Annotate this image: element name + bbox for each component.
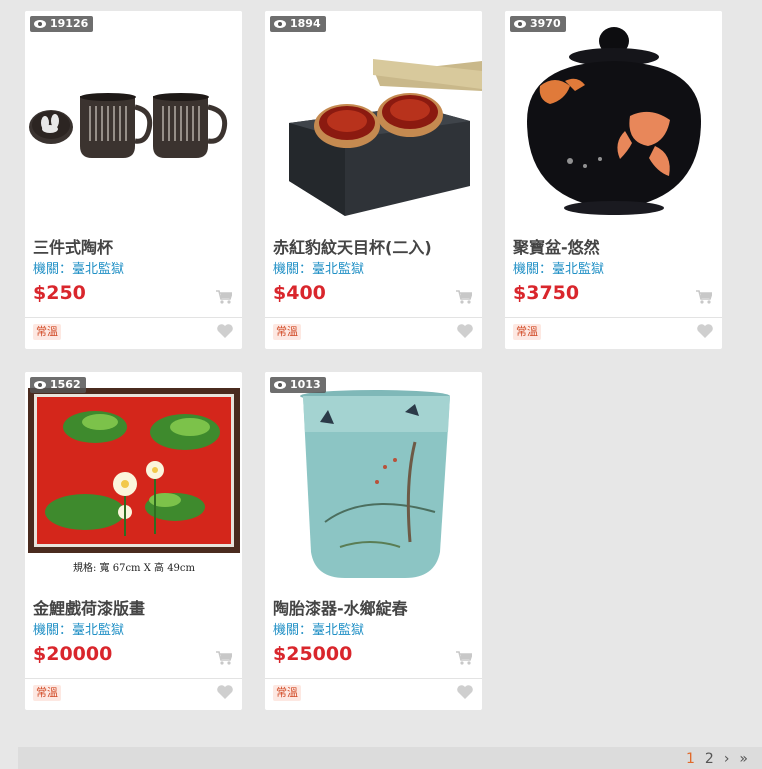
cart-icon[interactable] bbox=[696, 290, 712, 304]
product-image-red-cups-box[interactable]: 1894 bbox=[265, 11, 482, 229]
product-price: $400 bbox=[273, 282, 326, 304]
product-title[interactable]: 三件式陶杯 bbox=[33, 234, 113, 258]
view-count-value: 1894 bbox=[290, 17, 321, 30]
cart-icon[interactable] bbox=[456, 290, 472, 304]
product-agency: 機關：臺北監獄 bbox=[273, 262, 365, 277]
cart-icon[interactable] bbox=[216, 651, 232, 665]
product-price: $20000 bbox=[33, 643, 113, 665]
eye-icon bbox=[34, 20, 46, 28]
card-divider bbox=[265, 317, 482, 318]
view-count: 19126 bbox=[30, 16, 94, 32]
cart-icon[interactable] bbox=[216, 290, 232, 304]
product-agency: 機關：臺北監獄 bbox=[273, 623, 365, 638]
view-count-value: 19126 bbox=[50, 17, 89, 30]
product-image-blue-vase[interactable]: 1013 bbox=[265, 372, 482, 590]
heart-icon[interactable] bbox=[456, 684, 474, 700]
eye-icon bbox=[274, 381, 286, 389]
temperature-tag: 常溫 bbox=[513, 324, 541, 340]
product-agency: 機關：臺北監獄 bbox=[513, 262, 605, 277]
pagination: 1 2 › » bbox=[18, 747, 762, 769]
eye-icon bbox=[514, 20, 526, 28]
product-image-goldfish-jar[interactable]: 3970 bbox=[505, 11, 722, 229]
temperature-tag: 常溫 bbox=[273, 685, 301, 701]
product-title[interactable]: 陶胎漆器-水鄉綻春 bbox=[273, 595, 408, 619]
heart-icon[interactable] bbox=[456, 323, 474, 339]
view-count: 1562 bbox=[30, 377, 86, 393]
page-link-1[interactable]: 1 bbox=[686, 751, 695, 767]
card-divider bbox=[25, 678, 242, 679]
product-title[interactable]: 赤紅豹紋天目杯(二入) bbox=[273, 234, 432, 258]
view-count-value: 1562 bbox=[50, 378, 81, 391]
temperature-tag: 常溫 bbox=[33, 324, 61, 340]
product-price: $250 bbox=[33, 282, 86, 304]
view-count: 1013 bbox=[270, 377, 326, 393]
view-count: 3970 bbox=[510, 16, 566, 32]
eye-icon bbox=[34, 381, 46, 389]
card-divider bbox=[505, 317, 722, 318]
view-count: 1894 bbox=[270, 16, 326, 32]
heart-icon[interactable] bbox=[216, 323, 234, 339]
product-title[interactable]: 聚寶盆-悠然 bbox=[513, 234, 600, 258]
heart-icon[interactable] bbox=[216, 684, 234, 700]
product-card[interactable]: 規格: 寬 67cm X 高 49cm 1562 金鯉戲荷漆版畫 機關：臺北監獄… bbox=[25, 372, 242, 710]
product-agency: 機關：臺北監獄 bbox=[33, 623, 125, 638]
card-divider bbox=[265, 678, 482, 679]
page-link-2[interactable]: 2 bbox=[705, 751, 714, 767]
card-divider bbox=[25, 317, 242, 318]
temperature-tag: 常溫 bbox=[273, 324, 301, 340]
product-card[interactable]: 3970 聚寶盆-悠然 機關：臺北監獄 $3750 常溫 bbox=[505, 11, 722, 349]
last-page-button[interactable]: » bbox=[739, 751, 748, 767]
heart-icon[interactable] bbox=[696, 323, 714, 339]
product-title[interactable]: 金鯉戲荷漆版畫 bbox=[33, 595, 145, 619]
cart-icon[interactable] bbox=[456, 651, 472, 665]
eye-icon bbox=[274, 20, 286, 28]
temperature-tag: 常溫 bbox=[33, 685, 61, 701]
view-count-value: 1013 bbox=[290, 378, 321, 391]
product-card[interactable]: 19126 三件式陶杯 機關：臺北監獄 $250 常溫 bbox=[25, 11, 242, 349]
next-page-button[interactable]: › bbox=[724, 751, 730, 767]
product-price: $3750 bbox=[513, 282, 580, 304]
product-price: $25000 bbox=[273, 643, 353, 665]
product-card[interactable]: 1013 陶胎漆器-水鄉綻春 機關：臺北監獄 $25000 常溫 bbox=[265, 372, 482, 710]
product-card[interactable]: 1894 赤紅豹紋天目杯(二入) 機關：臺北監獄 $400 常溫 bbox=[265, 11, 482, 349]
view-count-value: 3970 bbox=[530, 17, 561, 30]
image-caption: 規格: 寬 67cm X 高 49cm bbox=[73, 563, 195, 574]
product-agency: 機關：臺北監獄 bbox=[33, 262, 125, 277]
product-image-mugs[interactable]: 19126 bbox=[25, 11, 242, 229]
product-image-lotus-painting[interactable]: 規格: 寬 67cm X 高 49cm 1562 bbox=[25, 372, 242, 590]
